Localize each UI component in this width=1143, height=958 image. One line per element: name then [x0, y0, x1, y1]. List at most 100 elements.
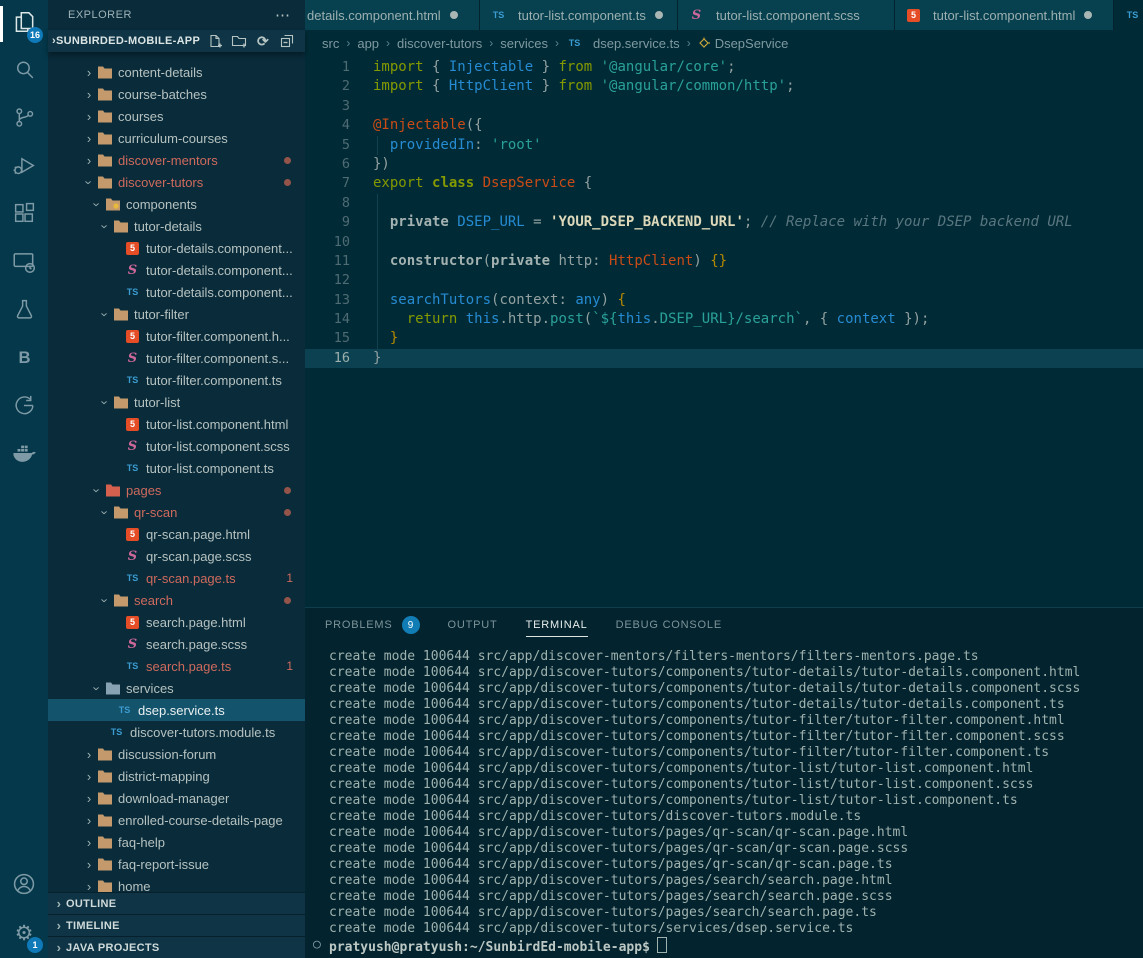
tree-item[interactable]: ›district-mapping: [48, 765, 305, 787]
panel-tab-output[interactable]: OUTPUT: [448, 608, 498, 642]
tree-item[interactable]: 5tutor-filter.component.h...: [48, 325, 305, 347]
breadcrumb-item[interactable]: discover-tutors: [397, 36, 482, 51]
indent-guide: [377, 271, 378, 290]
bottom-panel: PROBLEMS9 OUTPUT TERMINAL DEBUG CONSOLE cre…: [305, 607, 1143, 958]
tree-item[interactable]: ›tutor-filter: [48, 303, 305, 325]
tree-item[interactable]: ›services: [48, 677, 305, 699]
code-line: 4@Injectable({: [305, 116, 1143, 135]
run-and-debug-button[interactable]: [0, 144, 48, 192]
chevron-right-icon: ›: [52, 918, 66, 933]
circular-arrow-button[interactable]: [0, 384, 48, 432]
panel-tab-terminal[interactable]: TERMINAL: [526, 608, 588, 642]
tree-item[interactable]: 5tutor-list.component.html: [48, 413, 305, 435]
tree-item[interactable]: Ssearch.page.scss: [48, 633, 305, 655]
tree-item[interactable]: 5tutor-details.component...: [48, 237, 305, 259]
folder-pages-icon: [104, 482, 121, 498]
tree-item[interactable]: TSqr-scan.page.ts1: [48, 567, 305, 589]
tree-item[interactable]: ›discover-mentors: [48, 149, 305, 171]
tree-item[interactable]: ›faq-report-issue: [48, 853, 305, 875]
terminal[interactable]: create mode 100644 src/app/discover-ment…: [305, 642, 1143, 958]
tree-item-label: search.page.scss: [146, 637, 247, 652]
tree-item[interactable]: ›qr-scan: [48, 501, 305, 523]
folder-icon: [112, 306, 129, 322]
tree-item[interactable]: Stutor-filter.component.s...: [48, 347, 305, 369]
source-control-button[interactable]: [0, 96, 48, 144]
tree-item[interactable]: TStutor-list.component.ts: [48, 457, 305, 479]
section-java-projects[interactable]: ›JAVA PROJECTS: [48, 936, 305, 958]
breadcrumb-item[interactable]: src: [322, 36, 339, 51]
tab-tutor-list.component.html[interactable]: 5tutor-list.component.html: [895, 0, 1114, 30]
search-button[interactable]: [0, 48, 48, 96]
tree-item[interactable]: TSsearch.page.ts1: [48, 655, 305, 677]
tree-item[interactable]: ›discover-tutors: [48, 171, 305, 193]
tree-item[interactable]: ›discussion-forum: [48, 743, 305, 765]
tree-item[interactable]: ›search: [48, 589, 305, 611]
terminal-line: create mode 100644 src/app/discover-tuto…: [329, 873, 1143, 889]
more-actions-icon[interactable]: ⋯: [275, 6, 291, 24]
code-line: 9 private DSEP_URL = 'YOUR_DSEP_BACKEND_…: [305, 213, 1143, 232]
tab-partial[interactable]: TS: [1114, 0, 1143, 30]
tree-item[interactable]: ›course-batches: [48, 83, 305, 105]
code-line: 7export class DsepService {: [305, 174, 1143, 193]
tree-item-label: tutor-details.component...: [146, 241, 293, 256]
tree-item[interactable]: ›components: [48, 193, 305, 215]
refresh-icon[interactable]: ⟳: [255, 33, 271, 49]
tree-item-label: qr-scan.page.ts: [146, 571, 236, 586]
typescript-file-icon: TS: [127, 661, 139, 671]
docker-button[interactable]: [0, 432, 48, 480]
tree-item[interactable]: TSdsep.service.ts: [48, 699, 305, 721]
indent-guide: [377, 291, 378, 310]
code-editor[interactable]: 1import { Injectable } from '@angular/co…: [305, 56, 1143, 607]
problems-count-badge: 9: [402, 616, 420, 634]
settings-button[interactable]: ⚙1: [0, 910, 48, 958]
tree-item[interactable]: 5search.page.html: [48, 611, 305, 633]
tree-item[interactable]: Stutor-list.component.scss: [48, 435, 305, 457]
section-outline[interactable]: ›OUTLINE: [48, 892, 305, 914]
chevron-down-icon: ›: [90, 197, 105, 211]
terminal-line: create mode 100644 src/app/discover-tuto…: [329, 697, 1143, 713]
collapse-all-icon[interactable]: [279, 33, 295, 49]
breadcrumb-item[interactable]: DsepService: [698, 36, 789, 51]
tree-item[interactable]: TSdiscover-tutors.module.ts: [48, 721, 305, 743]
accounts-button[interactable]: [0, 862, 48, 910]
indent-guide: [377, 252, 378, 271]
extensions-button[interactable]: [0, 192, 48, 240]
explorer-button[interactable]: 16: [0, 0, 48, 48]
tree-item[interactable]: ›home: [48, 875, 305, 892]
tab-tutor-list.component.ts[interactable]: TStutor-list.component.ts: [480, 0, 678, 30]
tree-item[interactable]: ›faq-help: [48, 831, 305, 853]
project-section-header[interactable]: › SUNBIRDED-MOBILE-APP ⟳: [48, 30, 305, 52]
panel-tab-problems[interactable]: PROBLEMS9: [325, 608, 420, 642]
testing-button[interactable]: [0, 288, 48, 336]
terminal-line: create mode 100644 src/app/discover-tuto…: [329, 889, 1143, 905]
tab-tutor-list.component.scss[interactable]: Stutor-list.component.scss: [678, 0, 895, 30]
tree-item[interactable]: ›enrolled-course-details-page: [48, 809, 305, 831]
tree-item[interactable]: ›courses: [48, 105, 305, 127]
tree-item[interactable]: ›curriculum-courses: [48, 127, 305, 149]
breadcrumb-item[interactable]: services: [500, 36, 548, 51]
breadcrumb-item[interactable]: TSdsep.service.ts: [566, 35, 680, 51]
tree-item[interactable]: 5qr-scan.page.html: [48, 523, 305, 545]
tree-item[interactable]: TStutor-filter.component.ts: [48, 369, 305, 391]
tree-item[interactable]: ›content-details: [48, 61, 305, 83]
remote-explorer-button[interactable]: [0, 240, 48, 288]
tree-item[interactable]: Stutor-details.component...: [48, 259, 305, 281]
section-timeline[interactable]: ›TIMELINE: [48, 914, 305, 936]
tree-item[interactable]: Sqr-scan.page.scss: [48, 545, 305, 567]
new-folder-icon[interactable]: [231, 33, 247, 49]
line-number: 16: [305, 349, 350, 368]
tab-details.component.html[interactable]: details.component.html: [305, 0, 480, 30]
tree-item[interactable]: ›tutor-details: [48, 215, 305, 237]
tree-item[interactable]: TStutor-details.component...: [48, 281, 305, 303]
chevron-down-icon: ›: [98, 505, 113, 519]
tree-item[interactable]: ›download-manager: [48, 787, 305, 809]
tree-item[interactable]: ›tutor-list: [48, 391, 305, 413]
bookmarks-button[interactable]: B: [0, 336, 48, 384]
terminal-line: create mode 100644 src/app/discover-tuto…: [329, 921, 1143, 937]
breadcrumb-item[interactable]: app: [357, 36, 379, 51]
modified-dot-badge: [284, 179, 291, 186]
chevron-right-icon: ›: [82, 791, 96, 806]
tree-item[interactable]: ›pages: [48, 479, 305, 501]
new-file-icon[interactable]: [207, 33, 223, 49]
panel-tab-debug-console[interactable]: DEBUG CONSOLE: [616, 608, 722, 642]
